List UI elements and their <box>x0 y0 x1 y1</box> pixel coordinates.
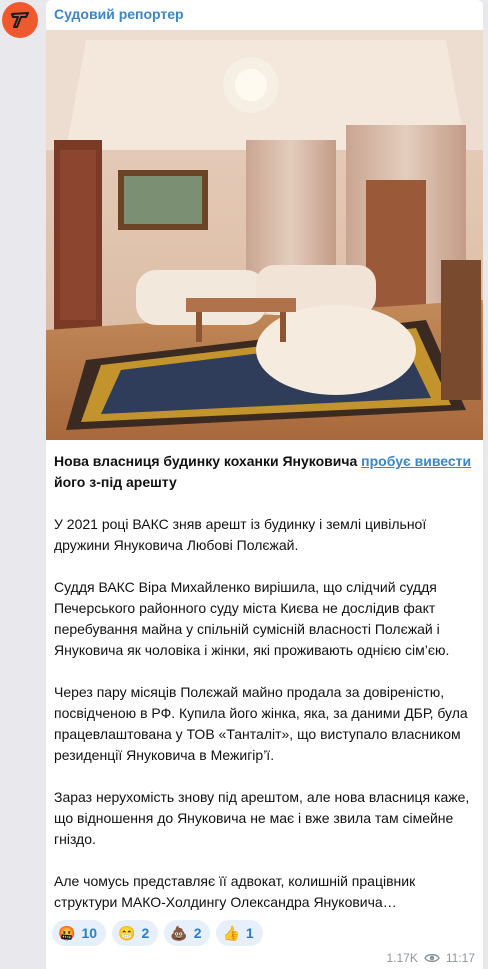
message-bubble: Судовий репортер Нова власниця будинку к… <box>46 0 483 969</box>
living-room-photo <box>46 30 483 440</box>
post-paragraph: Суддя ВАКС Віра Михайленко вирішила, що … <box>54 579 450 658</box>
post-paragraph: Через пару місяців Полєжай майно продала… <box>54 684 468 763</box>
post-headline: Нова власниця будинку коханки Януковича … <box>54 451 476 493</box>
post-paragraph: Зараз нерухомість знову під арештом, але… <box>54 789 470 847</box>
view-count: 1.17K <box>386 951 418 965</box>
reaction-count: 2 <box>193 925 202 941</box>
reaction-count: 1 <box>245 925 254 941</box>
message-time: 11:17 <box>445 951 475 965</box>
headline-text: Нова власниця будинку коханки Януковича <box>54 453 362 469</box>
reaction-angry[interactable]: 🤬 10 <box>52 920 107 946</box>
post-photo[interactable] <box>46 30 483 440</box>
reaction-grin[interactable]: 😁 2 <box>112 920 159 946</box>
channel-logo-icon <box>11 12 29 28</box>
channel-name[interactable]: Судовий репортер <box>54 6 184 22</box>
eye-icon <box>424 953 440 963</box>
reaction-thumbs-up[interactable]: 👍 1 <box>216 920 263 946</box>
headline-text-end: його з-під арешту <box>54 474 177 490</box>
reactions-bar: 🤬 10 😁 2 💩 2 👍 1 <box>52 920 263 946</box>
message-meta: 1.17K 11:17 <box>387 951 476 965</box>
headline-link[interactable]: пробує вивести <box>361 453 471 469</box>
grinning-face-icon: 😁 <box>118 924 136 941</box>
reaction-count: 2 <box>141 925 150 941</box>
poop-icon: 💩 <box>170 924 188 941</box>
reaction-poop[interactable]: 💩 2 <box>164 920 211 946</box>
reaction-count: 10 <box>81 925 98 941</box>
post-paragraph: Але чомусь представляє її адвокат, колиш… <box>54 873 416 910</box>
channel-avatar[interactable] <box>2 2 38 38</box>
thumbs-up-icon: 👍 <box>222 924 240 941</box>
post-text: Нова власниця будинку коханки Януковича … <box>54 451 476 934</box>
post-paragraph: У 2021 році ВАКС зняв арешт із будинку і… <box>54 516 427 553</box>
angry-face-icon: 🤬 <box>58 924 76 941</box>
